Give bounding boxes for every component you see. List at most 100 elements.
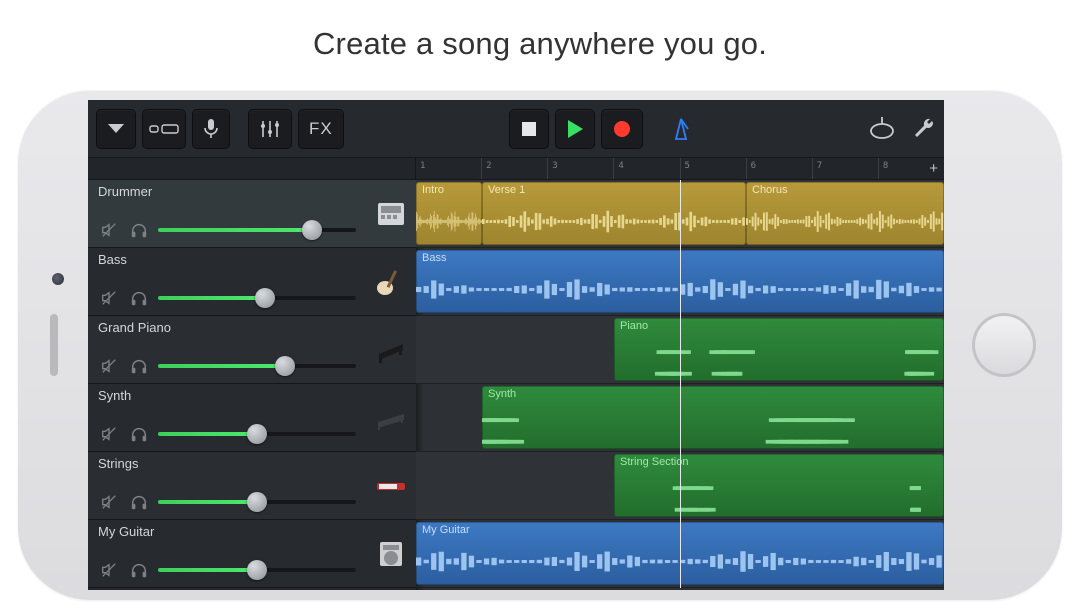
volume-slider[interactable] [158, 296, 356, 300]
loop-button[interactable] [868, 117, 896, 141]
volume-slider[interactable] [158, 364, 356, 368]
microphone-icon [203, 118, 219, 140]
fx-label: FX [309, 119, 333, 139]
track-name: Grand Piano [98, 320, 356, 335]
play-icon [566, 119, 584, 139]
region[interactable]: Piano [614, 318, 944, 381]
region-label: String Section [614, 454, 944, 468]
ruler-bar-label: 4 [618, 161, 623, 171]
mute-button[interactable] [98, 559, 120, 581]
region-waveform [614, 334, 944, 381]
region-area[interactable]: IntroVerse 1ChorusBassPianoSynthString S… [416, 180, 944, 590]
ruler-bar[interactable]: 6 [746, 158, 812, 179]
view-menu-button[interactable] [96, 109, 136, 149]
solo-button[interactable] [128, 423, 150, 445]
mute-button[interactable] [98, 355, 120, 377]
region[interactable]: Intro [416, 182, 482, 245]
mute-button[interactable] [98, 423, 120, 445]
track-input-toggle[interactable] [142, 109, 186, 149]
track-header[interactable]: Drummer [88, 180, 416, 248]
volume-slider[interactable] [158, 500, 356, 504]
instrument-icon[interactable] [366, 316, 416, 383]
mixer-button[interactable] [248, 109, 292, 149]
instrument-icon[interactable] [366, 452, 416, 519]
region[interactable]: String Section [614, 454, 944, 517]
app-screen: FX [88, 100, 944, 590]
track-name: My Guitar [98, 524, 356, 539]
track-header[interactable]: Grand Piano [88, 316, 416, 384]
ruler-bar[interactable]: 1 [416, 158, 481, 179]
track-header[interactable]: Synth [88, 384, 416, 452]
track-header[interactable]: Bass [88, 248, 416, 316]
region-waveform [482, 402, 944, 449]
phone-speaker [50, 314, 58, 376]
solo-button[interactable] [128, 219, 150, 241]
region-waveform [746, 198, 944, 245]
track-header[interactable]: My Guitar [88, 520, 416, 588]
region[interactable]: Synth [482, 386, 944, 449]
instrument-icon[interactable] [366, 520, 416, 587]
solo-button[interactable] [128, 559, 150, 581]
slider-knob[interactable] [247, 560, 267, 580]
stop-button[interactable] [509, 109, 549, 149]
sliders-icon [259, 119, 281, 139]
region[interactable]: Chorus [746, 182, 944, 245]
toolbar: FX [88, 100, 944, 158]
ruler-bar[interactable]: 3 [547, 158, 613, 179]
track-headers: Drummer Bass Grand Piano Synth Strings My Gui… [88, 180, 416, 590]
metronome-icon [669, 117, 693, 141]
ruler-bar[interactable]: 2 [481, 158, 547, 179]
fx-button[interactable]: FX [298, 109, 344, 149]
ruler-bar-label: 5 [685, 161, 690, 171]
track-mini-icon [149, 122, 159, 136]
tagline: Create a song anywhere you go. [0, 0, 1080, 90]
wrench-icon [912, 117, 936, 141]
region-waveform [614, 470, 944, 517]
mute-button[interactable] [98, 219, 120, 241]
ruler-bar-label: 3 [552, 161, 557, 171]
triangle-down-icon [107, 123, 125, 135]
track-header[interactable]: Strings [88, 452, 416, 520]
ruler-bar-label: 8 [883, 161, 888, 171]
solo-button[interactable] [128, 287, 150, 309]
volume-slider[interactable] [158, 228, 356, 232]
playhead[interactable] [680, 180, 681, 588]
mute-button[interactable] [98, 287, 120, 309]
instrument-icon[interactable] [366, 248, 416, 315]
volume-slider[interactable] [158, 568, 356, 572]
volume-slider[interactable] [158, 432, 356, 436]
slider-knob[interactable] [247, 492, 267, 512]
ruler-bar[interactable]: 5 [680, 158, 746, 179]
stop-icon [520, 120, 538, 138]
play-button[interactable] [555, 109, 595, 149]
region-label: Verse 1 [482, 182, 746, 196]
settings-button[interactable] [912, 117, 936, 141]
slider-knob[interactable] [275, 356, 295, 376]
region-label: Piano [614, 318, 944, 332]
ruler-bar[interactable]: 4 [613, 158, 679, 179]
ruler-bar[interactable]: 7 [812, 158, 878, 179]
region[interactable]: Verse 1 [482, 182, 746, 245]
tracks-pane: Drummer Bass Grand Piano Synth Strings My Gui… [88, 180, 944, 590]
home-button[interactable] [972, 313, 1036, 377]
instrument-icon[interactable] [366, 180, 416, 247]
region-label: Chorus [746, 182, 944, 196]
instrument-icon[interactable] [366, 384, 416, 451]
ruler-bar-label: 7 [817, 161, 822, 171]
record-button[interactable] [601, 109, 643, 149]
slider-knob[interactable] [302, 220, 322, 240]
microphone-button[interactable] [192, 109, 230, 149]
metronome-button[interactable] [659, 109, 703, 149]
slider-knob[interactable] [255, 288, 275, 308]
track-name: Drummer [98, 184, 356, 199]
solo-button[interactable] [128, 491, 150, 513]
add-bars-button[interactable]: + [929, 161, 938, 176]
ruler-bar-label: 6 [751, 161, 756, 171]
slider-knob[interactable] [247, 424, 267, 444]
record-icon [612, 119, 632, 139]
solo-button[interactable] [128, 355, 150, 377]
track-name: Strings [98, 456, 356, 471]
mute-button[interactable] [98, 491, 120, 513]
region-waveform [482, 198, 746, 245]
timeline-ruler[interactable]: 123 4 5 6 7 8 + [88, 158, 944, 180]
